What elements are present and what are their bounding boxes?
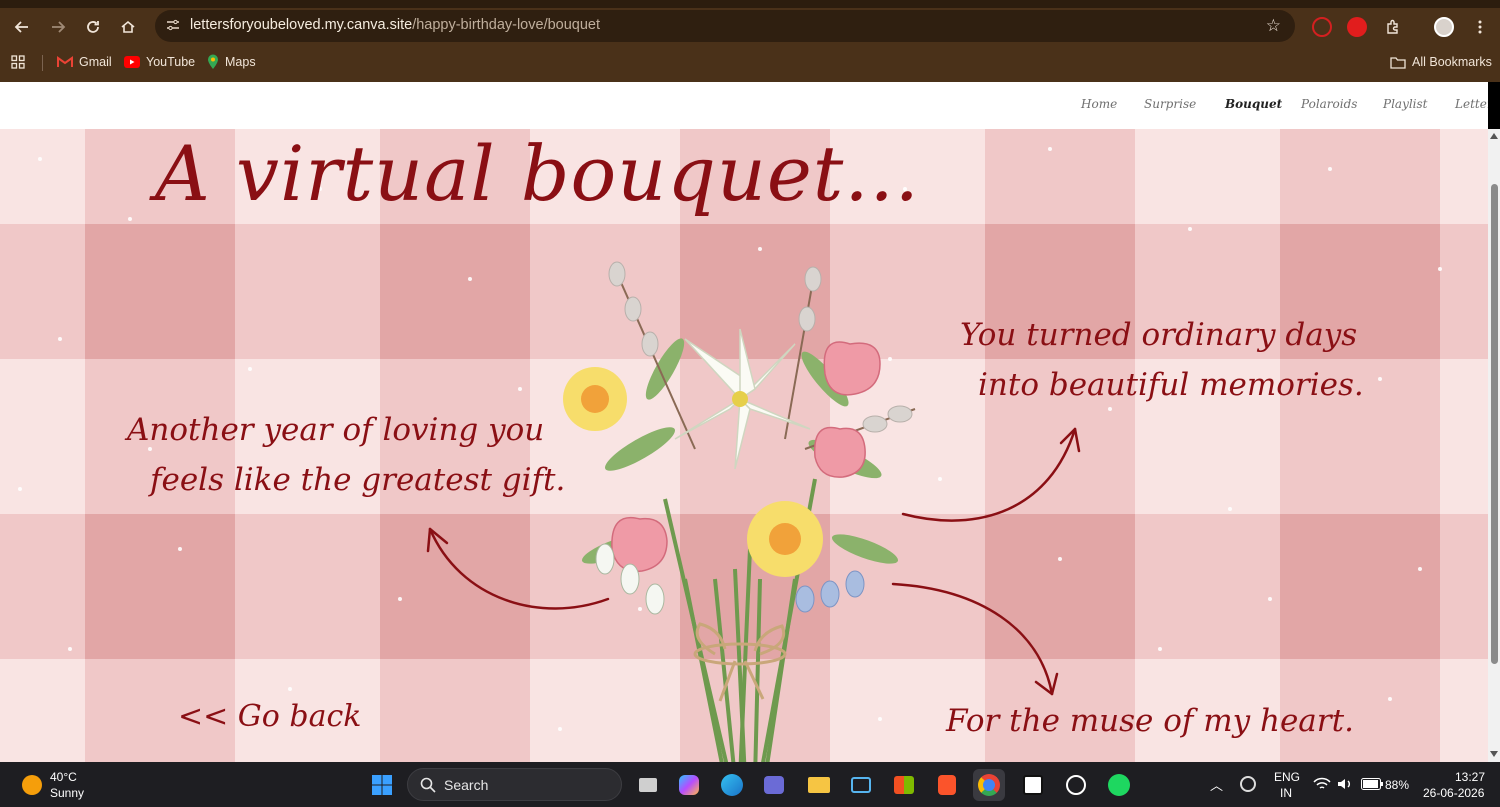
home-icon[interactable] <box>114 13 142 41</box>
chatgpt-icon[interactable] <box>1060 769 1092 801</box>
nav-home[interactable]: Home <box>1081 97 1117 111</box>
page-title: A virtual bouquet... <box>155 129 920 218</box>
clock-time[interactable]: 13:27 <box>1455 770 1485 784</box>
web-page: Home Surprise Bouquet Polaroids Playlist… <box>0 82 1488 762</box>
nav-bouquet[interactable]: Bouquet <box>1225 97 1282 111</box>
back-icon[interactable] <box>8 13 36 41</box>
notion-icon[interactable] <box>1017 769 1049 801</box>
url-host: lettersforyoubeloved.my.canva.site <box>190 17 413 33</box>
windows-taskbar: 40°C Sunny Search ︿ ENG IN 88% 13:27 26-… <box>0 762 1500 807</box>
weather-temp[interactable]: 40°C <box>50 770 77 784</box>
forward-icon[interactable] <box>44 13 72 41</box>
microsoft-store-icon[interactable] <box>888 769 920 801</box>
folder-icon <box>1390 56 1406 69</box>
reload-icon[interactable] <box>79 13 107 41</box>
edge-browser-icon[interactable] <box>716 769 748 801</box>
weather-desc[interactable]: Sunny <box>50 786 84 800</box>
photos-icon[interactable] <box>845 769 877 801</box>
extension-shield-icon[interactable] <box>1347 17 1367 37</box>
url-text[interactable]: lettersforyoubeloved.my.canva.site/happy… <box>190 17 600 33</box>
arrow-right <box>901 427 1077 522</box>
nav-playlist[interactable]: Playlist <box>1383 97 1428 111</box>
arrow-bottom <box>891 582 1054 696</box>
taskbar-search[interactable]: Search <box>407 768 622 801</box>
extensions-puzzle-icon[interactable] <box>1379 13 1407 41</box>
nav-letter[interactable]: Letter <box>1455 97 1488 111</box>
bookmark-gmail-label: Gmail <box>79 55 112 69</box>
spotify-icon[interactable] <box>1103 769 1135 801</box>
address-bar[interactable]: lettersforyoubeloved.my.canva.site/happy… <box>155 10 1295 42</box>
bookmark-star-icon[interactable]: ☆ <box>1266 16 1281 36</box>
nav-polaroids[interactable]: Polaroids <box>1301 97 1357 111</box>
all-bookmarks-label: All Bookmarks <box>1412 55 1492 69</box>
url-path: /happy-birthday-love/bouquet <box>412 17 601 33</box>
weather-sun-icon[interactable] <box>22 775 42 795</box>
extension-record-icon[interactable] <box>1312 17 1332 37</box>
windows-start-icon[interactable] <box>366 769 398 801</box>
file-explorer-icon[interactable] <box>803 769 835 801</box>
all-bookmarks[interactable]: All Bookmarks <box>1390 53 1492 71</box>
chrome-browser-icon[interactable] <box>973 769 1005 801</box>
bookmark-youtube-label: YouTube <box>146 55 196 69</box>
teams-icon[interactable] <box>758 769 790 801</box>
battery-percent[interactable]: 88% <box>1385 778 1409 792</box>
browser-toolbar: lettersforyoubeloved.my.canva.site/happy… <box>0 8 1500 46</box>
wifi-icon[interactable] <box>1313 777 1331 791</box>
scroll-down-arrow-icon[interactable] <box>1490 751 1498 757</box>
profile-avatar[interactable] <box>1434 17 1454 37</box>
search-icon <box>420 777 436 793</box>
note-left-line1: Another year of loving you <box>127 412 545 448</box>
nav-surprise[interactable]: Surprise <box>1144 97 1196 111</box>
bookmarks-bar: Gmail YouTube Maps All Bookmarks <box>0 48 1500 76</box>
gingham-background: A virtual bouquet... Another year of lov… <box>0 129 1488 762</box>
brave-browser-icon[interactable] <box>931 769 963 801</box>
note-bottom: For the muse of my heart. <box>946 703 1354 739</box>
tray-network-app-icon[interactable] <box>1240 776 1256 792</box>
go-back-link[interactable]: << Go back <box>178 699 361 734</box>
menu-kebab-icon[interactable] <box>1466 13 1494 41</box>
page-scrollbar[interactable] <box>1488 129 1500 762</box>
browser-chrome: lettersforyoubeloved.my.canva.site/happy… <box>0 0 1500 82</box>
clock-date[interactable]: 26-06-2026 <box>1423 786 1484 800</box>
arrow-left <box>428 527 610 610</box>
bookmark-youtube[interactable]: YouTube <box>124 53 195 71</box>
search-label: Search <box>444 777 489 793</box>
tab-strip <box>0 0 1500 8</box>
note-right-line2: into beautiful memories. <box>978 367 1364 403</box>
maps-pin-icon <box>208 54 218 69</box>
site-navigation: Home Surprise Bouquet Polaroids Playlist… <box>0 82 1488 129</box>
bookmark-gmail[interactable]: Gmail <box>57 53 112 71</box>
copilot-icon[interactable] <box>673 769 705 801</box>
input-language-line1[interactable]: ENG <box>1274 770 1300 784</box>
volume-icon[interactable] <box>1337 777 1353 791</box>
apps-grid-icon[interactable] <box>11 53 25 71</box>
bookmark-maps[interactable]: Maps <box>207 53 256 71</box>
note-left-line2: feels like the greatest gift. <box>150 462 566 498</box>
site-info-icon[interactable] <box>165 18 181 34</box>
note-right-line1: You turned ordinary days <box>960 317 1358 353</box>
input-language-line2[interactable]: IN <box>1280 786 1292 800</box>
bookmarks-divider <box>42 55 43 71</box>
battery-icon[interactable] <box>1361 778 1383 790</box>
youtube-icon <box>124 56 140 68</box>
gmail-icon <box>57 56 73 67</box>
task-view-icon[interactable] <box>632 769 664 801</box>
bookmark-maps-label: Maps <box>225 55 256 69</box>
scroll-up-arrow-icon[interactable] <box>1490 133 1498 139</box>
scroll-thumb[interactable] <box>1491 184 1498 664</box>
tray-overflow-chevron-icon[interactable]: ︿ <box>1210 775 1223 794</box>
